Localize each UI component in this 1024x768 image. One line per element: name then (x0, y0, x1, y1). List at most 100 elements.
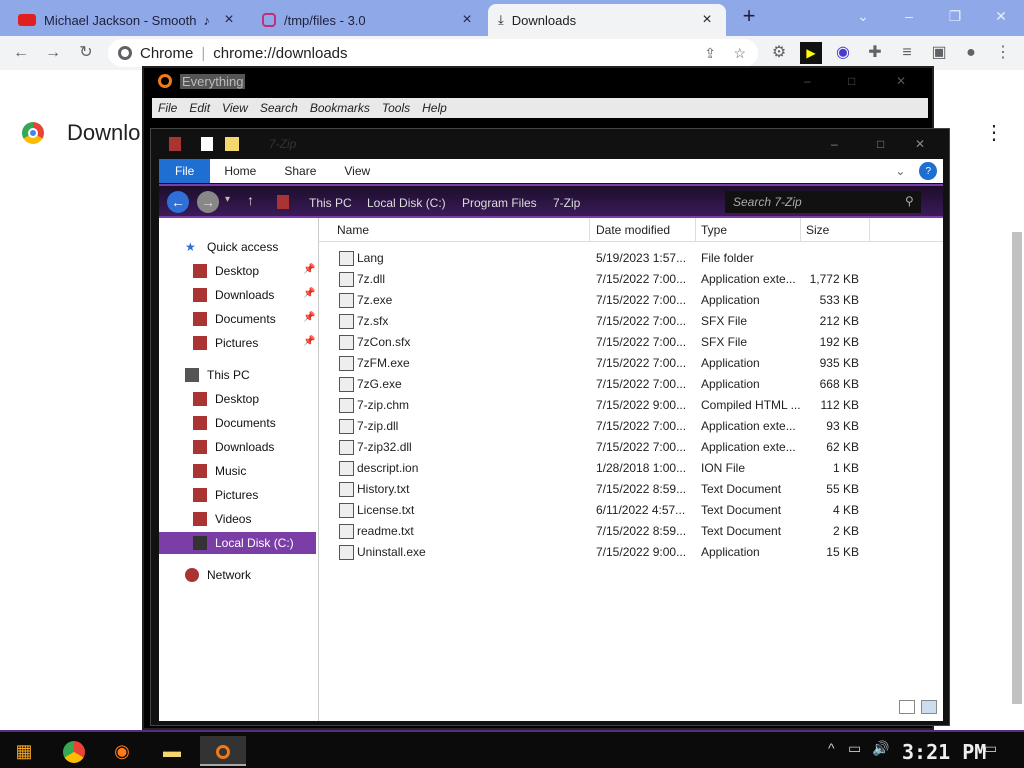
maximize-icon[interactable]: □ (877, 137, 884, 151)
file-row[interactable]: 7-zip.chm 7/15/2022 9:00... Compiled HTML … (329, 395, 859, 416)
media-icon[interactable]: ≡ (896, 42, 918, 64)
tab-search-icon[interactable]: ⌄ (848, 4, 878, 28)
help-icon[interactable]: ? (919, 162, 937, 180)
profile-icon[interactable]: ● (960, 42, 982, 64)
menu-view[interactable]: View (216, 98, 254, 118)
explorer-taskbar-icon[interactable]: ▬ (156, 736, 188, 766)
nav-quick-access[interactable]: ★ Quick access (185, 236, 278, 258)
menu-bookmarks[interactable]: Bookmarks (304, 98, 376, 118)
pin-icon[interactable]: 📌 (303, 312, 315, 323)
ribbon-tab-home[interactable]: Home (210, 159, 270, 183)
close-tab-icon[interactable]: × (220, 11, 238, 29)
file-row[interactable]: 7z.exe 7/15/2022 7:00... Application 533 KB (329, 290, 859, 311)
forward-icon[interactable]: → (42, 42, 64, 64)
everything-taskbar-icon[interactable] (200, 736, 246, 766)
extension-icon[interactable]: ⚙ (768, 42, 790, 64)
ribbon-tab-file[interactable]: File (159, 159, 211, 183)
file-row[interactable]: 7z.dll 7/15/2022 7:00... Application exte.… (329, 269, 859, 290)
nav-item-documents[interactable]: Documents (193, 412, 276, 434)
breadcrumb-local-disk[interactable]: Local Disk (C:) (367, 196, 446, 210)
search-input[interactable]: Search 7-Zip (725, 191, 921, 213)
nav-item-desktop[interactable]: Desktop (193, 388, 259, 410)
breadcrumb-7zip[interactable]: 7-Zip (553, 196, 580, 210)
file-row[interactable]: Lang 5/19/2023 1:57... File folder (329, 248, 859, 269)
nav-item-pictures[interactable]: Pictures (193, 484, 258, 506)
file-row[interactable]: 7zG.exe 7/15/2022 7:00... Application 668 K… (329, 374, 859, 395)
clock[interactable]: 3:21 PM (902, 740, 986, 764)
new-tab-button[interactable]: + (734, 4, 764, 28)
file-row[interactable]: Uninstall.exe 7/15/2022 9:00... Applicatio… (329, 542, 859, 563)
back-icon[interactable]: ← (10, 42, 32, 64)
file-row[interactable]: 7-zip32.dll 7/15/2022 7:00... Application … (329, 437, 859, 458)
file-row[interactable]: readme.txt 7/15/2022 8:59... Text Document… (329, 521, 859, 542)
nav-item-pictures[interactable]: Pictures (193, 332, 258, 354)
menu-icon[interactable]: ⋮ (992, 42, 1014, 64)
ribbon-tab-share[interactable]: Share (270, 159, 330, 183)
share-icon[interactable]: ⇪ (704, 45, 716, 62)
column-size[interactable]: Size (806, 223, 829, 237)
file-row[interactable]: descript.ion 1/28/2018 1:00... ION File 1 K… (329, 458, 859, 479)
puzzle-icon[interactable]: ✚ (864, 42, 886, 64)
extension-icon[interactable]: ▶ (800, 42, 822, 64)
file-row[interactable]: 7-zip.dll 7/15/2022 7:00... Application ex… (329, 416, 859, 437)
column-date[interactable]: Date modified (596, 223, 670, 237)
file-row[interactable]: 7z.sfx 7/15/2022 7:00... SFX File 212 KB (329, 311, 859, 332)
close-icon[interactable]: ✕ (915, 137, 925, 151)
large-icons-view-icon[interactable] (921, 700, 937, 714)
nav-item-desktop[interactable]: Desktop (193, 260, 259, 282)
reload-icon[interactable]: ↻ (75, 42, 97, 64)
nav-item-local-disk[interactable]: Local Disk (C:) (159, 532, 316, 554)
nav-item-videos[interactable]: Videos (193, 508, 251, 530)
sidepanel-icon[interactable]: ▣ (928, 42, 950, 64)
menu-edit[interactable]: Edit (183, 98, 216, 118)
tab-youtube[interactable]: Michael Jackson - Smooth ♪ × (8, 4, 248, 36)
nav-item-downloads[interactable]: Downloads (193, 284, 274, 306)
nav-item-documents[interactable]: Documents (193, 308, 276, 330)
notifications-icon[interactable]: ▭ (984, 740, 997, 757)
tab-downloads[interactable]: ⤓ Downloads × (488, 4, 726, 36)
chevron-down-icon[interactable]: ⌄ (887, 159, 913, 183)
close-icon[interactable]: ✕ (896, 74, 906, 88)
restore-icon[interactable]: ❐ (940, 4, 970, 28)
details-view-icon[interactable] (899, 700, 915, 714)
properties-icon[interactable] (201, 137, 213, 151)
minimize-icon[interactable]: – (804, 74, 811, 88)
breadcrumb-this-pc[interactable]: This PC (309, 196, 352, 210)
extension-icon[interactable]: ◉ (832, 42, 854, 64)
nav-item-music[interactable]: Music (193, 460, 246, 482)
breadcrumb-program-files[interactable]: Program Files (462, 196, 537, 210)
maximize-icon[interactable]: □ (848, 74, 855, 88)
back-icon[interactable]: ← (167, 191, 189, 213)
file-row[interactable]: 7zCon.sfx 7/15/2022 7:00... SFX File 192 KB (329, 332, 859, 353)
pin-icon[interactable]: 📌 (303, 288, 315, 299)
column-type[interactable]: Type (701, 223, 727, 237)
ribbon-tab-view[interactable]: View (330, 159, 384, 183)
audio-icon[interactable]: ♪ (204, 13, 211, 28)
firefox-taskbar-icon[interactable]: ◉ (106, 736, 138, 766)
volume-icon[interactable]: 🔊 (872, 740, 889, 757)
address-bar[interactable]: Chrome | chrome://downloads ☆ ⇪ (108, 39, 758, 67)
search-icon[interactable]: ⚲ (905, 194, 914, 208)
pin-icon[interactable]: 📌 (303, 264, 315, 275)
file-row[interactable]: License.txt 6/11/2022 4:57... Text Documen… (329, 500, 859, 521)
new-folder-icon[interactable] (225, 137, 239, 151)
close-window-icon[interactable]: ✕ (986, 4, 1016, 28)
menu-help[interactable]: Help (416, 98, 453, 118)
minimize-icon[interactable]: – (894, 4, 924, 28)
start-button[interactable]: ▦ (8, 736, 40, 766)
close-tab-icon[interactable]: × (458, 11, 476, 29)
network-tray-icon[interactable]: ▭ (848, 740, 861, 757)
explorer-window[interactable]: 7-Zip – □ ✕ File Home Share View ⌄ ? ← →… (150, 128, 950, 726)
pin-icon[interactable]: 📌 (303, 336, 315, 347)
column-name[interactable]: Name (337, 223, 369, 237)
file-row[interactable]: 7zFM.exe 7/15/2022 7:00... Application 935 … (329, 353, 859, 374)
chevron-up-icon[interactable]: ^ (828, 740, 835, 756)
forward-icon[interactable]: → (197, 191, 219, 213)
close-tab-icon[interactable]: × (698, 11, 716, 29)
nav-this-pc[interactable]: This PC (185, 364, 250, 386)
minimize-icon[interactable]: – (831, 137, 838, 151)
bookmark-star-icon[interactable]: ☆ (733, 45, 746, 62)
scrollbar[interactable] (1012, 232, 1022, 704)
nav-network[interactable]: Network (185, 564, 251, 586)
up-icon[interactable]: ↑ (247, 192, 254, 208)
